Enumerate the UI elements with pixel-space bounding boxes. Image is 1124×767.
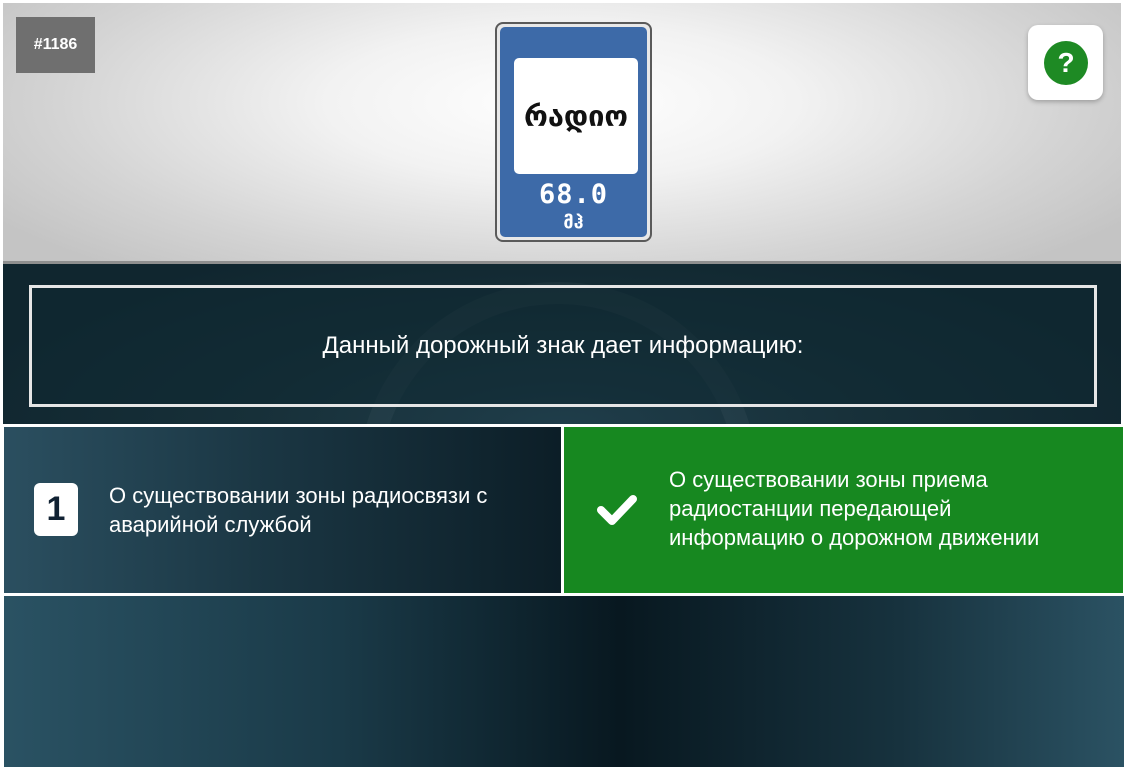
question-text: Данный дорожный знак дает информацию: [322,332,804,359]
road-sign-image: რადიო 68.0 მჰ [495,22,652,242]
question-number-badge: #1186 [16,17,95,73]
sign-image-area: #1186 რადიო 68.0 მჰ ? [3,3,1121,264]
answer-number-badge: 1 [34,483,78,536]
empty-answer-area [4,596,1124,767]
help-button[interactable]: ? [1028,25,1103,100]
answer-option-2-correct[interactable]: О существовании зоны приема радиостанции… [564,427,1123,593]
answer-option-1[interactable]: 1 О существовании зоны радиосвязи с авар… [4,427,561,593]
road-sign-frequency: 68.0 [538,179,609,210]
help-button-label: ? [1057,47,1074,78]
road-sign-label: რადიო [514,58,638,174]
question-box: Данный дорожный знак дает информацию: [29,285,1097,407]
road-sign-unit: მჰ [563,212,584,233]
road-sign-body: რადიო 68.0 მჰ [500,27,647,237]
answer-text: О существовании зоны приема радиостанции… [669,467,1040,550]
checkmark-icon [597,495,637,525]
answer-text: О существовании зоны радиосвязи с аварий… [109,483,488,537]
question-area: Данный дорожный знак дает информацию: [3,264,1121,424]
question-icon: ? [1043,40,1088,85]
